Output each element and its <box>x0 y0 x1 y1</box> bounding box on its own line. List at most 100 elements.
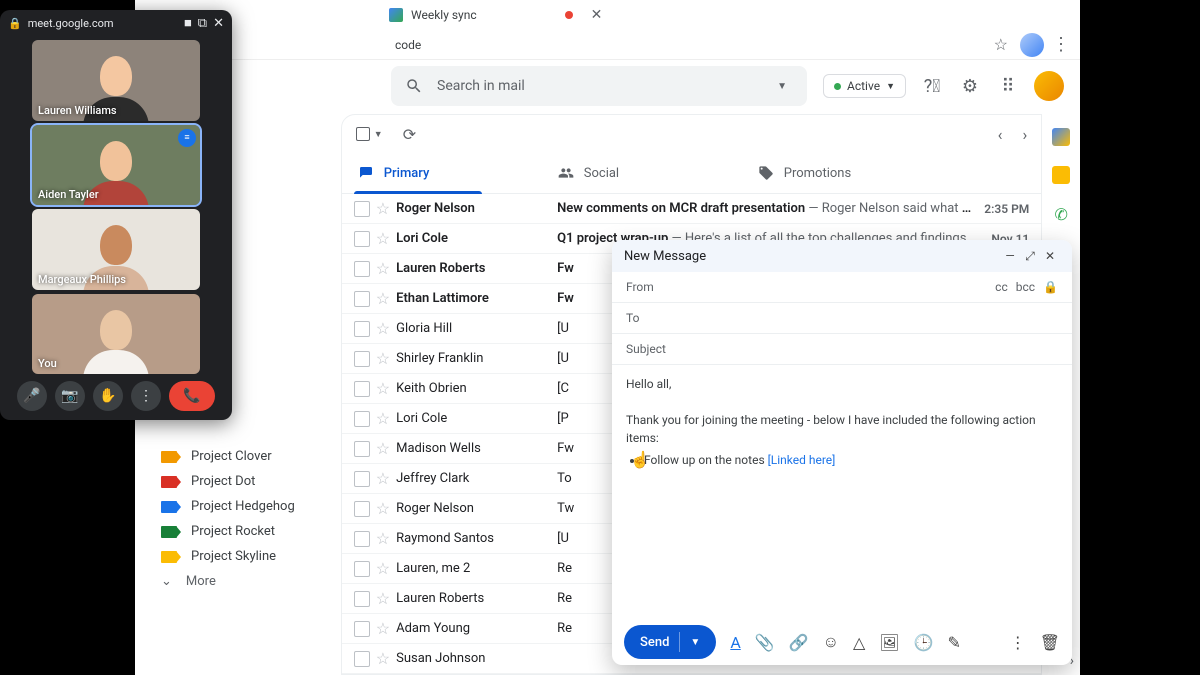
row-checkbox[interactable] <box>354 501 370 517</box>
select-all-checkbox[interactable] <box>356 127 370 141</box>
help-icon[interactable]: ?⃝ <box>920 74 944 98</box>
row-checkbox[interactable] <box>354 261 370 277</box>
signature-icon[interactable]: ✎ <box>947 633 960 652</box>
camera-button[interactable]: 📷 <box>55 381 85 411</box>
star-icon[interactable]: ☆ <box>376 199 390 218</box>
row-checkbox[interactable] <box>354 381 370 397</box>
tab-primary[interactable]: Primary <box>342 153 542 193</box>
more-button[interactable]: ⋮ <box>131 381 161 411</box>
subject-field[interactable]: Subject <box>612 334 1072 365</box>
star-icon[interactable]: ☆ <box>376 559 390 578</box>
star-icon[interactable]: ☆ <box>376 499 390 518</box>
browser-menu-icon[interactable]: ⋮ <box>1052 34 1070 55</box>
lock-icon[interactable]: 🔒 <box>1043 280 1058 294</box>
row-checkbox[interactable] <box>354 201 370 217</box>
camera-icon[interactable]: ■ <box>184 15 192 31</box>
pip-close-icon[interactable]: ✕ <box>213 16 224 31</box>
row-checkbox[interactable] <box>354 621 370 637</box>
sidebar-label[interactable]: Project Hedgehog <box>135 494 341 519</box>
star-icon[interactable]: ☆ <box>376 469 390 488</box>
participant-tile[interactable]: You <box>32 294 200 375</box>
star-icon[interactable]: ☆ <box>376 529 390 548</box>
star-icon[interactable]: ☆ <box>376 289 390 308</box>
from-field[interactable]: From cc bcc 🔒 <box>612 272 1072 303</box>
compose-header[interactable]: New Message — ⤢ ✕ <box>612 240 1072 272</box>
star-icon[interactable]: ☆ <box>376 349 390 368</box>
refresh-icon[interactable]: ⟳ <box>403 125 416 144</box>
status-chip[interactable]: Active ▼ <box>823 74 906 98</box>
compose-body[interactable]: Hello all, Thank you for joining the mee… <box>612 365 1072 619</box>
star-icon[interactable]: ☆ <box>376 229 390 248</box>
mic-button[interactable]: 🎤 <box>17 381 47 411</box>
star-icon[interactable]: ☆ <box>376 319 390 338</box>
send-button[interactable]: Send ▼ <box>624 625 716 659</box>
raise-hand-button[interactable]: ✋ <box>93 381 123 411</box>
phone-addon-icon[interactable]: ✆ <box>1051 204 1071 224</box>
sidebar-label[interactable]: Project Skyline <box>135 544 341 569</box>
close-icon[interactable]: ✕ <box>1040 249 1060 263</box>
sidebar-more[interactable]: ⌄ More <box>135 569 341 594</box>
participant-tile[interactable]: ≡ Aiden Tayler <box>32 125 200 206</box>
star-icon[interactable]: ☆ <box>376 649 390 668</box>
row-checkbox[interactable] <box>354 321 370 337</box>
meet-pip-window[interactable]: 🔒 meet.google.com ■ ⧉ ✕ Lauren Williams … <box>0 10 232 420</box>
row-checkbox[interactable] <box>354 561 370 577</box>
row-checkbox[interactable] <box>354 411 370 427</box>
star-icon[interactable]: ☆ <box>376 259 390 278</box>
pip-titlebar[interactable]: 🔒 meet.google.com ■ ⧉ ✕ <box>0 10 232 36</box>
expand-icon[interactable]: ⤢ <box>1020 249 1040 264</box>
participant-tile[interactable]: Margeaux Phillips <box>32 209 200 290</box>
tab-social[interactable]: Social <box>542 153 742 193</box>
row-checkbox[interactable] <box>354 441 370 457</box>
drive-icon[interactable]: △ <box>853 633 865 652</box>
link-icon[interactable]: 🔗 <box>789 633 809 652</box>
row-checkbox[interactable] <box>354 231 370 247</box>
apps-grid-icon[interactable]: ⠿ <box>996 74 1020 98</box>
linked-here-link[interactable]: [Linked here] <box>768 453 836 467</box>
select-caret-icon[interactable]: ▼ <box>374 129 383 140</box>
row-checkbox[interactable] <box>354 651 370 667</box>
star-icon[interactable]: ☆ <box>376 379 390 398</box>
format-icon[interactable]: A <box>730 633 740 652</box>
sidebar-label[interactable]: Project Dot <box>135 469 341 494</box>
browser-tab[interactable]: Weekly sync ✕ <box>375 3 616 27</box>
row-checkbox[interactable] <box>354 591 370 607</box>
star-icon[interactable]: ☆ <box>376 619 390 638</box>
star-icon[interactable]: ☆ <box>376 439 390 458</box>
profile-avatar[interactable] <box>1020 33 1044 57</box>
to-field[interactable]: To <box>612 303 1072 334</box>
star-icon[interactable]: ☆ <box>376 409 390 428</box>
image-icon[interactable]: 🖼 <box>879 633 899 652</box>
confidential-icon[interactable]: 🕒 <box>914 633 934 652</box>
bookmark-star-icon[interactable]: ☆ <box>994 35 1008 54</box>
tab-promotions[interactable]: Promotions <box>742 153 942 193</box>
search-input[interactable]: Search in mail ▼ <box>391 66 807 106</box>
more-options-icon[interactable]: ⋮ <box>1010 633 1026 652</box>
keep-addon-icon[interactable] <box>1052 166 1070 184</box>
search-options-caret-icon[interactable]: ▼ <box>777 81 787 92</box>
calendar-addon-icon[interactable] <box>1052 128 1070 146</box>
settings-gear-icon[interactable]: ⚙ <box>958 74 982 98</box>
page-prev-icon[interactable]: ‹ <box>998 125 1003 144</box>
emoji-icon[interactable]: ☺ <box>823 632 839 652</box>
return-tab-icon[interactable]: ⧉ <box>198 16 207 31</box>
star-icon[interactable]: ☆ <box>376 589 390 608</box>
row-checkbox[interactable] <box>354 531 370 547</box>
participant-tile[interactable]: Lauren Williams <box>32 40 200 121</box>
cc-button[interactable]: cc <box>995 280 1008 294</box>
row-checkbox[interactable] <box>354 351 370 367</box>
sidebar-label[interactable]: Project Rocket <box>135 519 341 544</box>
page-next-icon[interactable]: › <box>1022 125 1027 144</box>
row-checkbox[interactable] <box>354 471 370 487</box>
attach-icon[interactable]: 📎 <box>755 633 775 652</box>
bcc-button[interactable]: bcc <box>1016 280 1035 294</box>
email-row[interactable]: ☆ Roger Nelson New comments on MCR draft… <box>342 194 1042 224</box>
compose-toolbar: Send ▼ A 📎 🔗 ☺ △ 🖼 🕒 ✎ ⋮ 🗑 <box>612 619 1072 665</box>
minimize-icon[interactable]: — <box>1000 249 1020 263</box>
end-call-button[interactable]: 📞 <box>169 381 215 411</box>
row-checkbox[interactable] <box>354 291 370 307</box>
account-avatar[interactable] <box>1034 71 1064 101</box>
tab-close-icon[interactable]: ✕ <box>591 7 603 23</box>
discard-icon[interactable]: 🗑 <box>1040 633 1060 652</box>
sidebar-label[interactable]: Project Clover <box>135 444 341 469</box>
